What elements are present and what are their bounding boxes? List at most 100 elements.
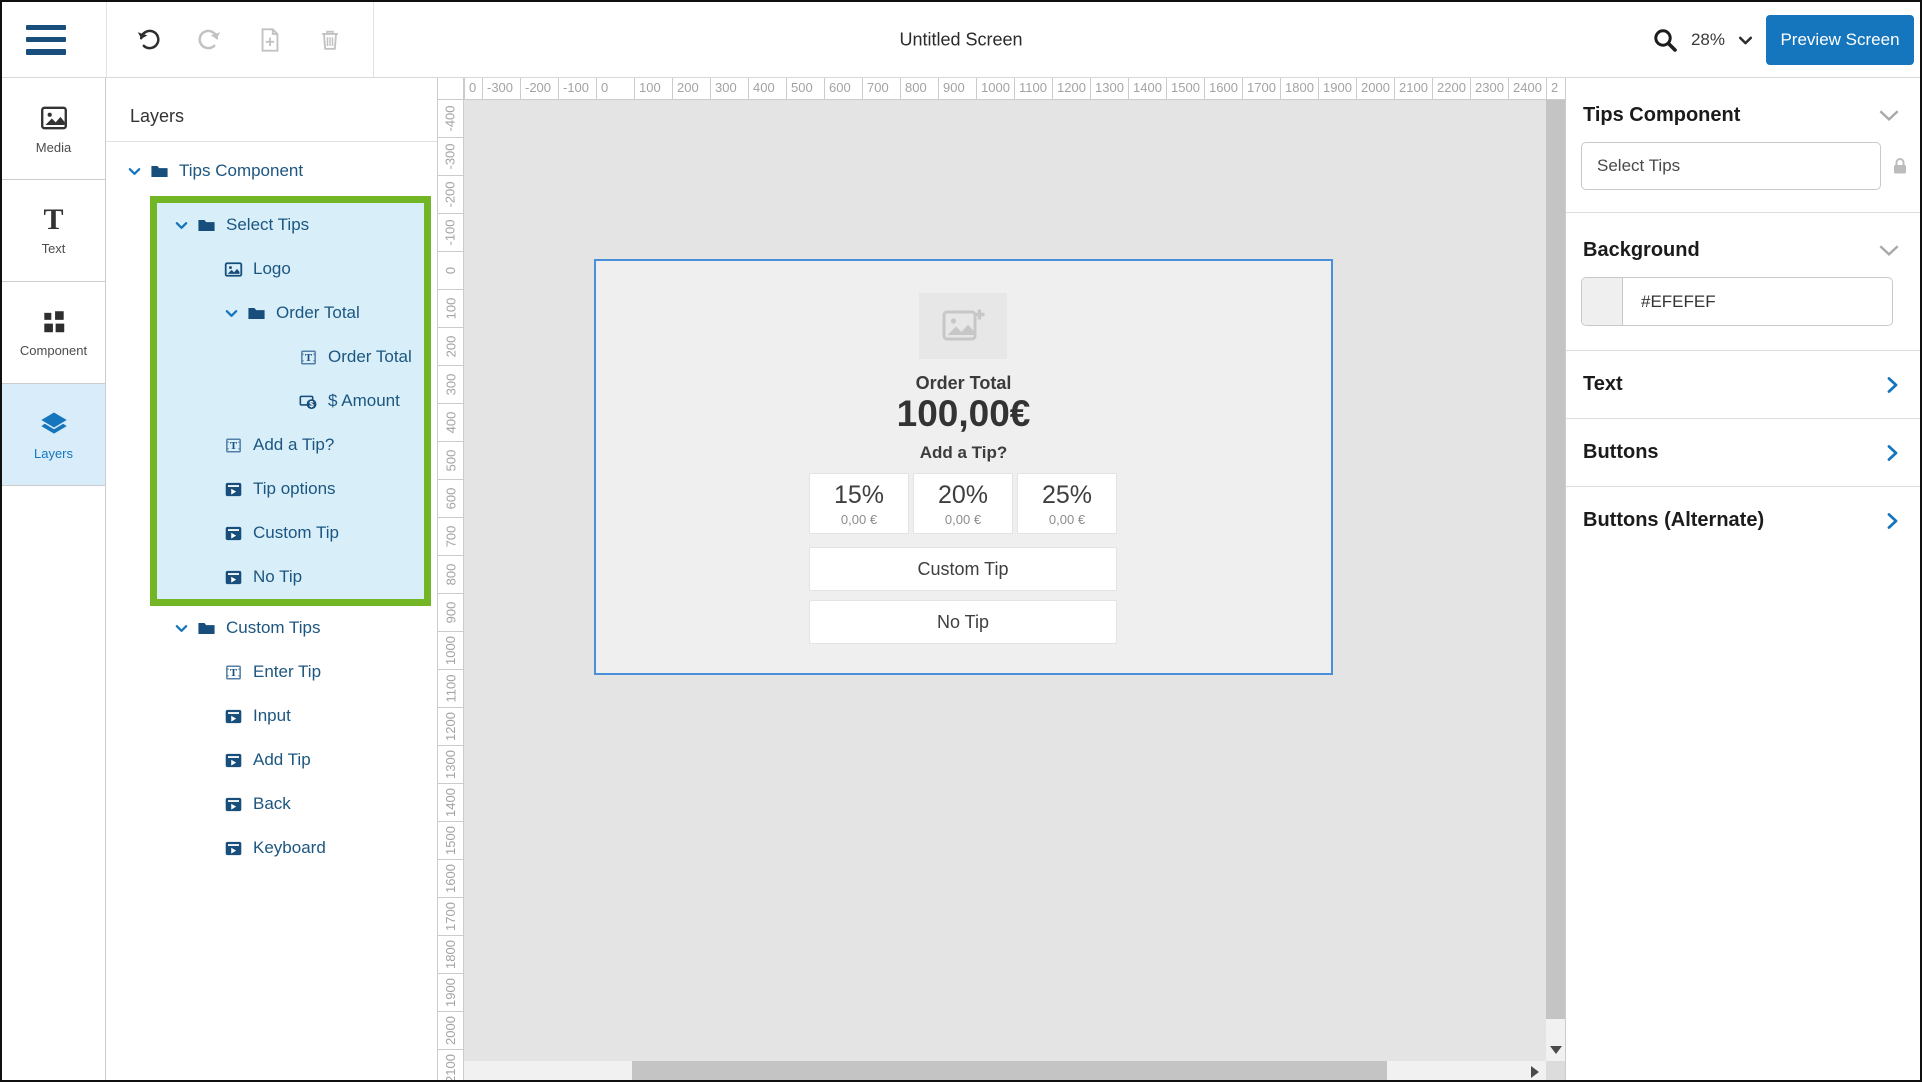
layer-row-back[interactable]: Back [106,782,437,826]
order-total-value[interactable]: 100,00€ [596,393,1331,435]
undo-icon[interactable] [133,25,163,55]
v-ruler-tick: 0 [438,252,463,290]
magnifier-icon[interactable] [1651,26,1679,54]
scroll-down-arrow-icon[interactable] [1550,1046,1562,1054]
h-ruler-tick: 2300 [1470,78,1508,99]
layer-row-select-tips[interactable]: Select Tips [157,203,424,247]
tip-percent-button-15[interactable]: 15%0,00 € [809,473,909,534]
no-tip-button[interactable]: No Tip [809,600,1117,644]
chevron-down-icon[interactable] [174,621,190,636]
background-color-field[interactable]: #EFEFEF [1581,277,1893,326]
layer-row-tips-component[interactable]: Tips Component [106,149,437,193]
component-section-header[interactable]: Tips Component [1566,78,1920,128]
custom-tip-button[interactable]: Custom Tip [809,547,1117,591]
svg-text:T: T [305,352,313,364]
chevron-down-icon[interactable] [1876,102,1902,128]
preview-screen-button[interactable]: Preview Screen [1766,15,1914,65]
chevron-down-icon[interactable] [1876,237,1902,263]
h-ruler-tick: 500 [786,78,824,99]
layer-row-custom-tip[interactable]: Custom Tip [157,511,424,555]
h-ruler-tick: 0 [464,78,482,99]
h-ruler-tick: 1300 [1090,78,1128,99]
layer-row-order-total[interactable]: TOrder Total [157,335,424,379]
lock-icon[interactable] [1890,156,1910,176]
order-total-label[interactable]: Order Total [596,373,1331,394]
h-ruler-tick: 1600 [1204,78,1242,99]
chevron-right-icon[interactable] [1882,375,1902,395]
rail-item-component[interactable]: Component [2,282,105,384]
horizontal-scrollbar[interactable] [464,1061,1546,1082]
layer-label: Enter Tip [253,662,321,682]
component-section-title: Tips Component [1583,104,1740,127]
layer-row-no-tip[interactable]: No Tip [157,555,424,599]
layer-row-enter-tip[interactable]: TEnter Tip [106,650,437,694]
layer-row-add-tip[interactable]: Add Tip [106,738,437,782]
rail-item-media[interactable]: Media [2,78,105,180]
layer-row-tip-options[interactable]: Tip options [157,467,424,511]
section-text[interactable]: Text [1566,351,1920,419]
v-ruler-tick: 300 [438,366,463,404]
v-ruler-tick: 1000 [438,632,463,670]
redo-icon[interactable] [195,25,225,55]
h-ruler-tick: 1400 [1128,78,1166,99]
tips-component-selection-frame[interactable]: Order Total 100,00€ Add a Tip? 15%0,00 €… [594,259,1333,675]
button-icon [224,707,244,726]
layer-row-order-total[interactable]: Order Total [157,291,424,335]
selected-tips-dropdown[interactable]: Select Tips [1581,142,1881,190]
chevron-down-icon[interactable] [224,306,240,321]
chevron-right-icon[interactable] [1882,511,1902,531]
layer-row-amount[interactable]: $$ Amount [157,379,424,423]
button-icon [224,751,244,770]
layer-row-keyboard[interactable]: Keyboard [106,826,437,870]
button-icon [224,839,244,858]
tip-percent-button-20[interactable]: 20%0,00 € [913,473,1013,534]
h-ruler-tick: 0 [596,78,634,99]
add-a-tip-label[interactable]: Add a Tip? [596,443,1331,463]
delete-icon[interactable] [315,25,345,55]
layer-row-add-a-tip[interactable]: TAdd a Tip? [157,423,424,467]
v-ruler-tick: 2100 [438,1050,463,1080]
v-ruler-tick: 800 [438,556,463,594]
h-ruler-tick: 1900 [1318,78,1356,99]
color-swatch[interactable] [1582,278,1623,325]
tip-percent-button-25[interactable]: 25%0,00 € [1017,473,1117,534]
layer-label: Tips Component [179,161,303,181]
h-ruler-tick: 400 [748,78,786,99]
v-ruler-tick: -300 [438,138,463,176]
vertical-scrollbar[interactable] [1546,100,1565,1061]
scroll-right-arrow-icon[interactable] [1531,1066,1539,1078]
new-screen-icon[interactable] [255,25,285,55]
layer-row-custom-tips[interactable]: Custom Tips [106,606,437,650]
section-title: Buttons [1583,441,1659,464]
zoom-level[interactable]: 28% [1691,30,1725,50]
svg-text:T: T [230,440,238,452]
h-ruler-tick: 2200 [1432,78,1470,99]
logo-image-placeholder[interactable] [919,293,1007,359]
ruler-corner [438,78,464,100]
design-canvas[interactable]: Order Total 100,00€ Add a Tip? 15%0,00 €… [464,100,1546,1061]
text-T-icon: T [43,206,63,234]
button-icon [224,568,244,587]
background-section-header[interactable]: Background [1566,213,1920,263]
h-ruler-tick: 800 [900,78,938,99]
chevron-right-icon[interactable] [1882,443,1902,463]
zoom-chevron-down-icon[interactable] [1737,32,1754,49]
v-ruler-tick: 400 [438,404,463,442]
layer-row-logo[interactable]: Logo [157,247,424,291]
h-ruler-tick: 200 [672,78,710,99]
layer-row-input[interactable]: Input [106,694,437,738]
h-ruler-tick: 1000 [976,78,1014,99]
horizontal-scrollbar-thumb[interactable] [632,1061,1387,1082]
folder-icon [197,216,217,235]
layer-label: Custom Tip [253,523,339,543]
vertical-scrollbar-thumb[interactable] [1546,100,1565,1019]
chevron-down-icon[interactable] [127,164,143,179]
section-buttons-alternate[interactable]: Buttons (Alternate) [1566,487,1920,554]
tip-amount-value: 0,00 € [841,512,877,527]
chevron-down-icon[interactable] [174,218,190,233]
hamburger-menu-icon[interactable] [26,25,66,55]
section-buttons[interactable]: Buttons [1566,419,1920,487]
toolbar-divider [373,2,374,77]
rail-item-layers[interactable]: Layers [2,384,105,486]
rail-item-text[interactable]: TText [2,180,105,282]
